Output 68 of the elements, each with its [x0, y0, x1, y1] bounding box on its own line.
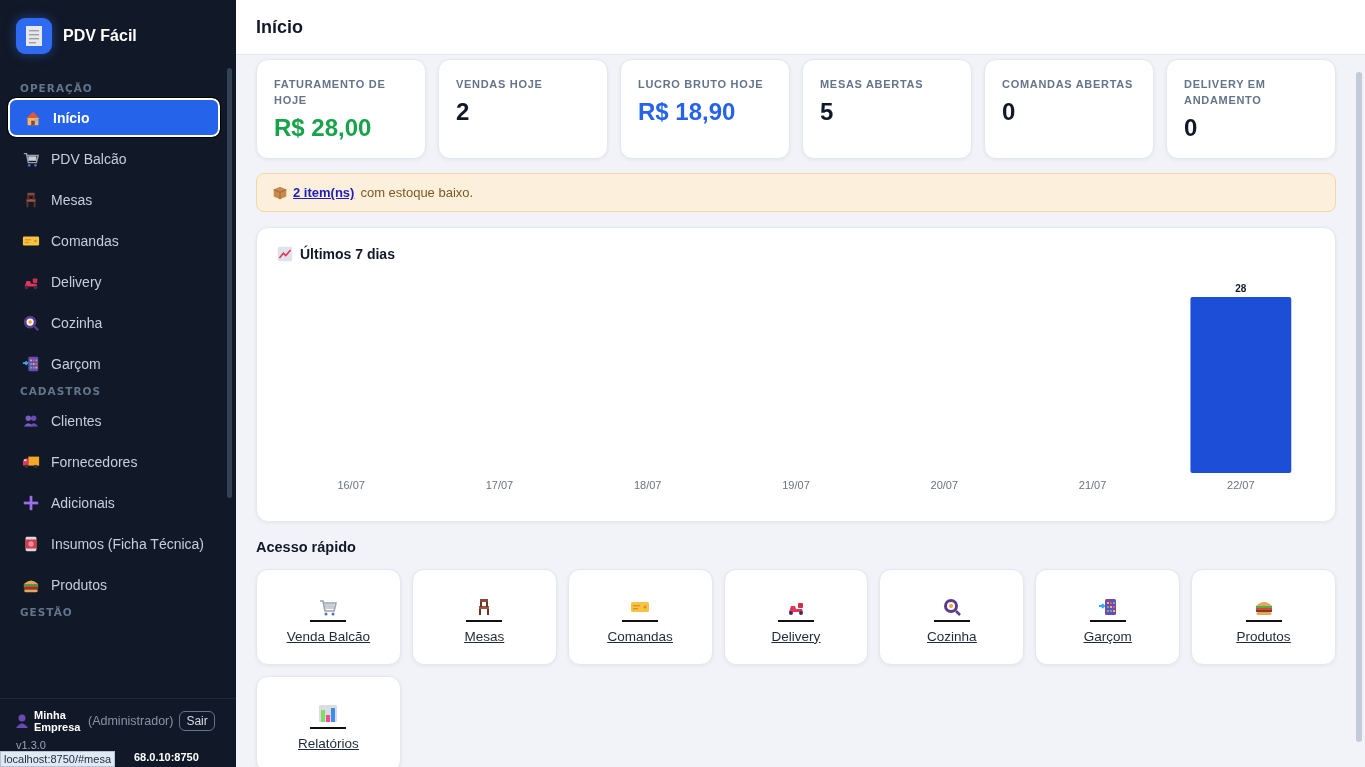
nav-item[interactable]: Produtos	[8, 565, 220, 604]
server-address: 68.0.10:8750	[134, 751, 199, 763]
scrollbar[interactable]	[227, 68, 232, 498]
box-icon	[273, 185, 287, 200]
axis-label: 16/07	[337, 479, 365, 491]
stat-label: COMANDAS ABERTAS	[1002, 77, 1134, 92]
bar-chart-icon	[310, 703, 347, 730]
quick-access-tile[interactable]: Comandas	[567, 569, 713, 665]
stat-label: VENDAS HOJE	[456, 77, 544, 92]
line-chart-icon	[277, 246, 293, 262]
stat-value: 5	[820, 98, 835, 126]
nav-item[interactable]: Comandas	[8, 221, 220, 260]
data-label: 28	[1235, 283, 1247, 294]
logout-button[interactable]: Sair	[179, 711, 215, 731]
nav-item[interactable]: Insumos (Ficha Técnica)	[8, 524, 220, 563]
section-heading: GESTÃO	[19, 606, 74, 618]
quick-access-tile[interactable]: Garçom	[1035, 569, 1181, 665]
stat-value: R$ 18,90	[638, 98, 737, 126]
axis-label: 22/07	[1227, 479, 1255, 491]
frying-pan-icon	[22, 313, 40, 332]
version-text: v1.3.0	[16, 739, 47, 751]
page-title: Início	[256, 16, 303, 38]
quick-access-tile[interactable]: Relatórios	[256, 676, 401, 767]
keypad-icon	[1089, 596, 1126, 623]
logo-icon	[16, 18, 52, 54]
stat-value: 0	[1002, 98, 1017, 126]
stock-link[interactable]: 2 item(ns)	[293, 185, 355, 200]
section-heading: OPERAÇÃO	[19, 82, 94, 94]
frying-pan-icon	[933, 596, 970, 623]
user-role: (Administrador)	[88, 714, 174, 728]
nav-item[interactable]: Clientes	[8, 401, 220, 440]
axis-label: 18/07	[633, 479, 662, 491]
stat-label: DELIVERY EM ANDAMENTO	[1184, 77, 1267, 108]
nav-item[interactable]: Garçom	[8, 344, 220, 383]
user-name: Minha Empresa	[34, 709, 82, 733]
axis-label: 20/07	[930, 479, 959, 491]
nav-item[interactable]: Adicionais	[8, 483, 220, 522]
axis-label: 19/07	[782, 479, 810, 491]
keypad-icon	[22, 354, 40, 373]
stat-value: R$ 28,00	[274, 114, 373, 142]
stat-label: MESAS ABERTAS	[820, 77, 925, 92]
quick-access-tile[interactable]: Delivery	[723, 569, 869, 665]
brand-name: PDV Fácil	[63, 27, 137, 45]
chart-title: Últimos 7 dias	[300, 246, 395, 262]
nav-item[interactable]: Delivery	[8, 262, 220, 301]
nav-item[interactable]: Início	[8, 98, 220, 137]
scrollbar[interactable]	[1356, 72, 1362, 742]
status-url: localhost:8750/#mesa	[0, 751, 115, 767]
quick-access-tile[interactable]: Produtos	[1191, 569, 1336, 665]
stat-value: 2	[456, 98, 471, 126]
section-title: Acesso rápido	[256, 539, 357, 555]
nav-item[interactable]: PDV Balcão	[8, 139, 220, 178]
nav-item[interactable]: Fornecedores	[8, 442, 220, 481]
quick-access-tile[interactable]: Mesas	[411, 569, 557, 665]
stat-value: 0	[1184, 114, 1199, 142]
section-heading: CADASTROS	[19, 385, 102, 397]
axis-label: 21/07	[1078, 479, 1107, 491]
plus-icon	[22, 493, 40, 512]
axis-label: 17/07	[485, 479, 514, 491]
stat-label: LUCRO BRUTO HOJE	[638, 77, 765, 92]
quick-access-tile[interactable]: Venda Balcão	[256, 569, 401, 665]
chair-icon	[466, 596, 503, 623]
alert-text: com estoque baixo.	[360, 185, 474, 200]
nav-item[interactable]: Cozinha	[8, 303, 220, 342]
user-icon	[16, 714, 28, 728]
quick-access-tile[interactable]: Cozinha	[879, 569, 1025, 665]
nav-item[interactable]: Mesas	[8, 180, 220, 219]
stat-label: FATURAMENTO DE HOJE	[274, 77, 387, 108]
